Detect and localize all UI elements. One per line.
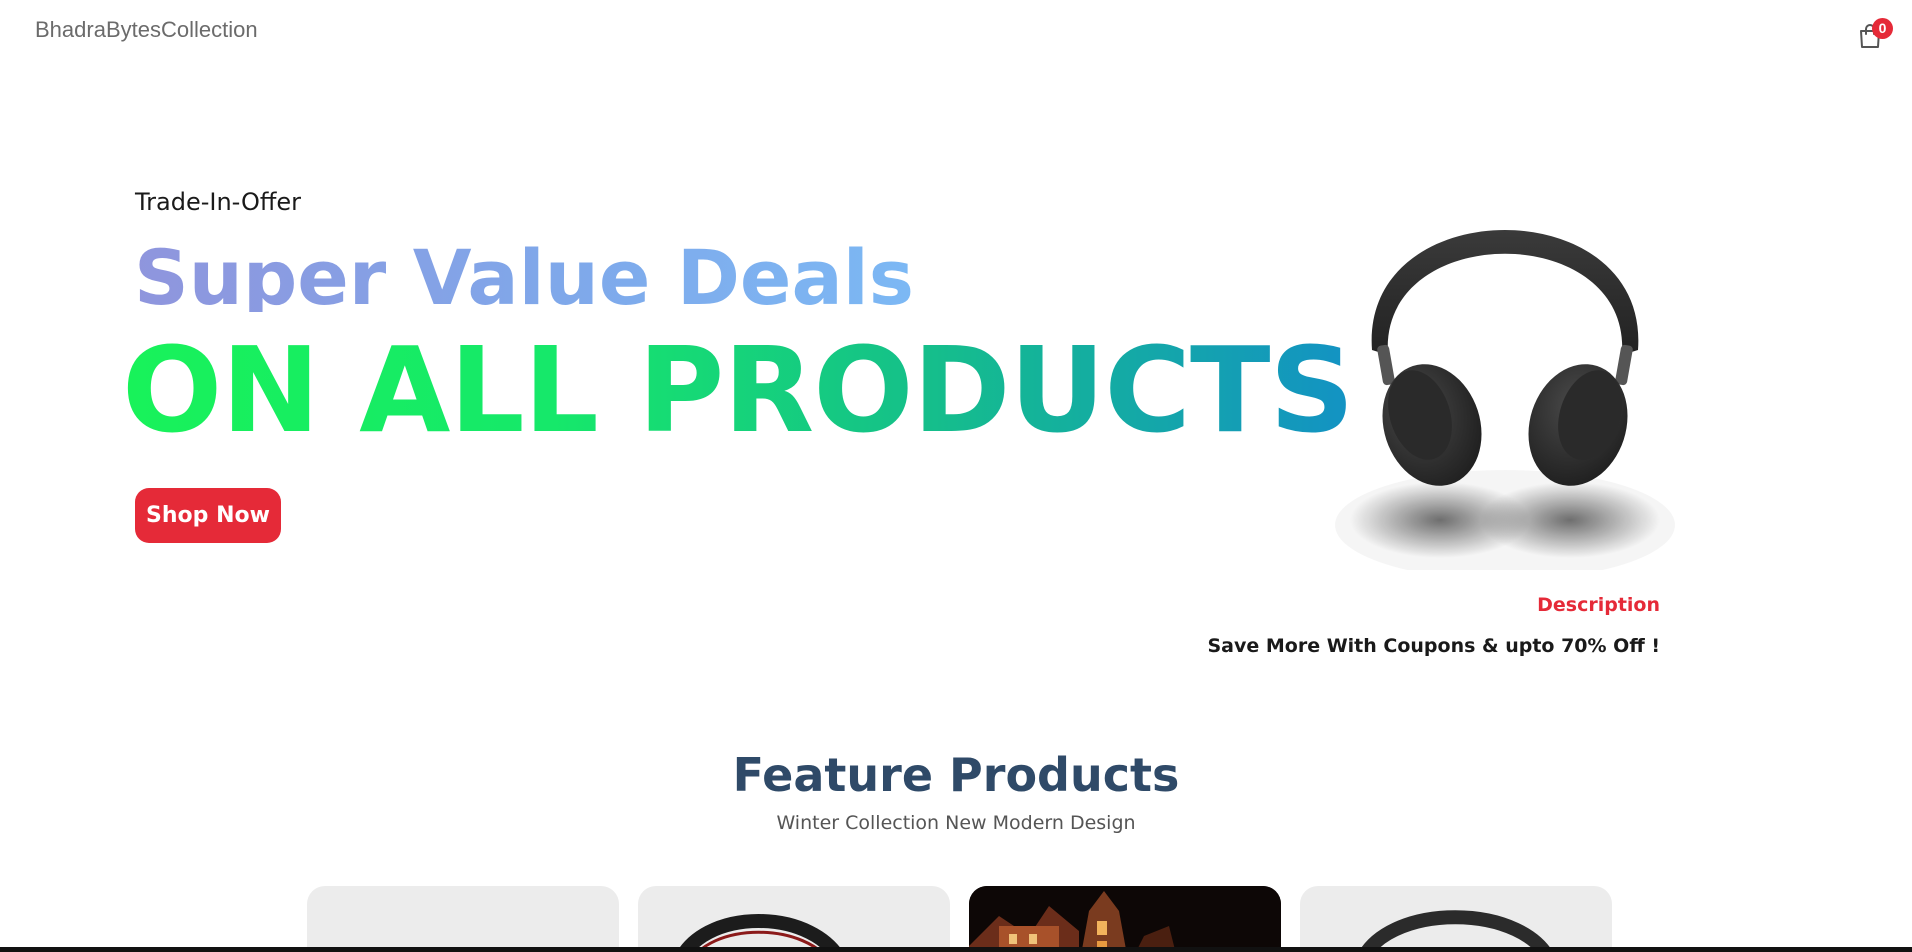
product-card-list xyxy=(307,886,1612,952)
product-card[interactable] xyxy=(638,886,950,952)
product-card[interactable] xyxy=(307,886,619,952)
product-card[interactable] xyxy=(969,886,1281,952)
cart-count-badge: 0 xyxy=(1872,18,1893,39)
headphones-image xyxy=(1320,150,1690,580)
product-card[interactable] xyxy=(1300,886,1612,952)
product-image xyxy=(969,886,1281,952)
hero-subtitle: ON ALL PRODUCTS xyxy=(122,321,1354,459)
page: BhadraBytesCollection 0 Trade-In-Offer S… xyxy=(0,0,1912,952)
description-label: Description xyxy=(1537,594,1660,616)
hero-eyebrow: Trade-In-Offer xyxy=(135,188,302,216)
shop-now-button[interactable]: Shop Now xyxy=(135,488,281,543)
product-image xyxy=(677,914,843,952)
page-bottom-border xyxy=(0,947,1912,952)
cart-button[interactable]: 0 xyxy=(1855,18,1893,52)
product-image xyxy=(1359,910,1553,952)
featured-products-subtitle: Winter Collection New Modern Design xyxy=(776,812,1136,834)
description-text: Save More With Coupons & upto 70% Off ! xyxy=(1207,635,1660,657)
brand-logo[interactable]: BhadraBytesCollection xyxy=(35,17,258,43)
featured-products-title: Feature Products xyxy=(732,748,1180,802)
hero-title: Super Value Deals xyxy=(134,228,914,312)
